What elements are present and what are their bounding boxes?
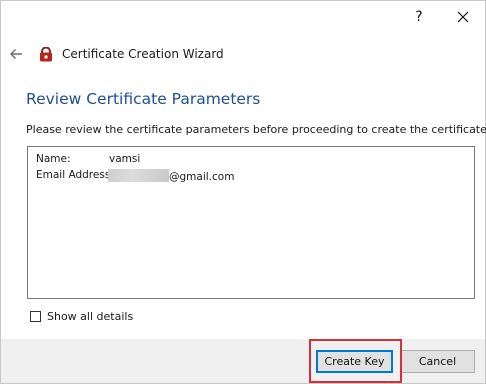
close-button[interactable] xyxy=(452,7,474,27)
page-heading: Review Certificate Parameters xyxy=(26,90,261,108)
close-icon xyxy=(457,11,469,23)
show-all-details-label: Show all details xyxy=(47,310,134,323)
help-button[interactable]: ? xyxy=(408,7,430,27)
create-key-button[interactable]: Create Key xyxy=(316,350,393,373)
help-icon: ? xyxy=(415,9,423,25)
name-value: vamsi xyxy=(109,153,141,165)
instruction-text: Please review the certificate parameters… xyxy=(26,123,486,136)
field-row-name: Name: vamsi xyxy=(36,153,140,165)
wizard-title: Certificate Creation Wizard xyxy=(62,47,224,61)
email-value-wrapper: @gmail.com xyxy=(108,169,234,183)
certificate-details-box[interactable]: Name: vamsi Email Address: @gmail.com xyxy=(27,146,475,299)
back-arrow-icon[interactable] xyxy=(9,47,23,61)
email-domain: @gmail.com xyxy=(169,171,235,183)
email-label: Email Address: xyxy=(36,169,114,181)
show-all-details-checkbox[interactable] xyxy=(30,311,41,322)
cancel-button[interactable]: Cancel xyxy=(400,350,475,373)
certificate-app-icon xyxy=(40,47,52,62)
button-footer: Create Key Cancel xyxy=(1,339,485,383)
wizard-header: Certificate Creation Wizard xyxy=(1,43,485,69)
redacted-email-prefix xyxy=(108,169,169,182)
wizard-window: ? Certificate Creation Wizard Review Cer… xyxy=(0,0,486,384)
title-bar: ? xyxy=(1,1,485,33)
name-label: Name: xyxy=(36,153,71,165)
show-all-details-option[interactable]: Show all details xyxy=(30,310,133,323)
field-row-email: Email Address: @gmail.com xyxy=(36,169,234,183)
